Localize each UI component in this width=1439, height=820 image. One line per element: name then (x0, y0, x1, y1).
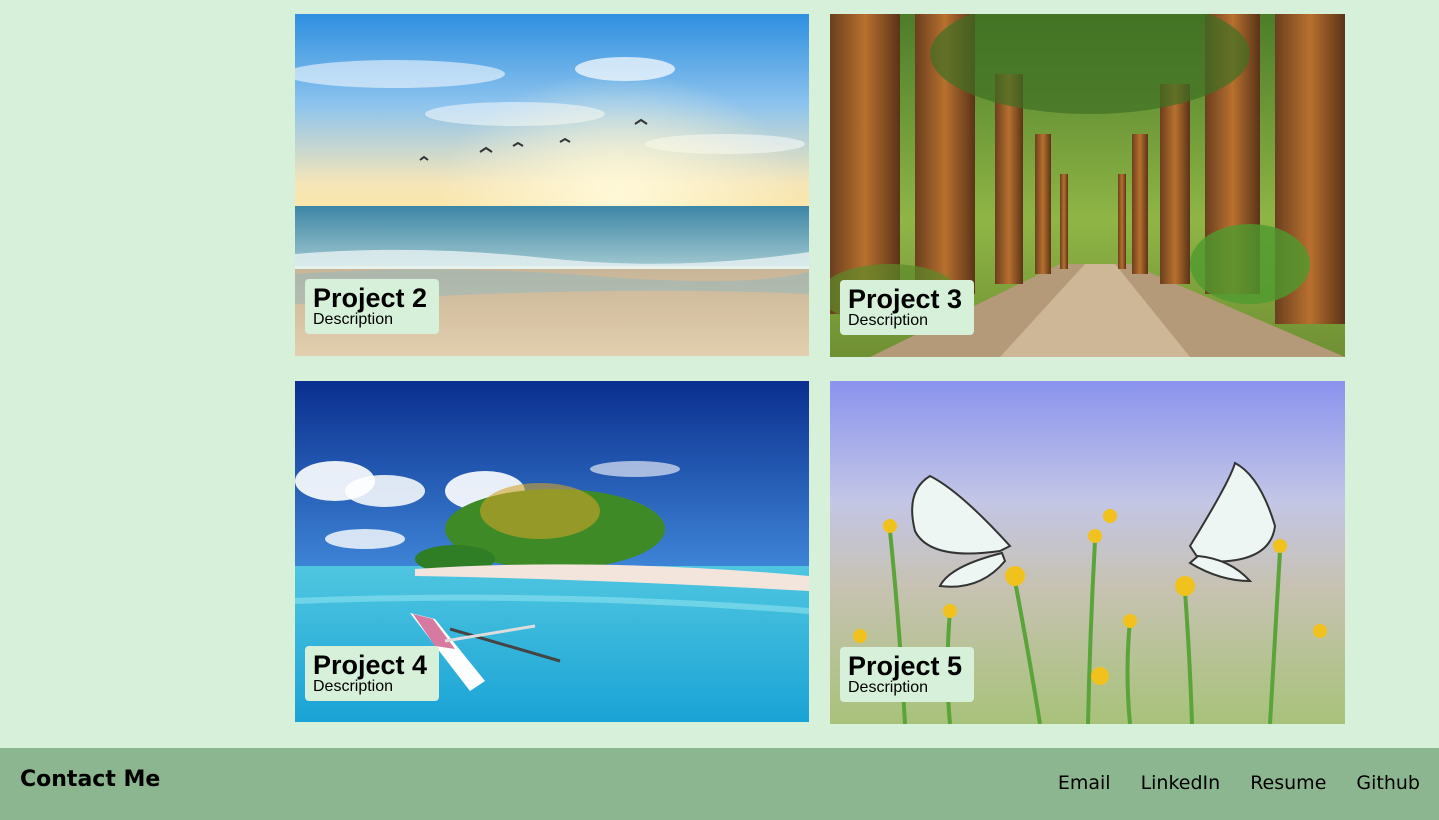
project-title: Project 4 (313, 650, 428, 680)
project-description: Description (313, 311, 394, 328)
github-link[interactable]: Github (1356, 772, 1420, 794)
project-gallery: Project 2 Description Project 3 Descript… (0, 0, 1439, 748)
project-label: Project 3 Description (840, 280, 974, 335)
project-title: Project 2 (313, 283, 428, 313)
resume-link[interactable]: Resume (1250, 772, 1326, 794)
project-card[interactable]: Project 5 Description (830, 381, 1345, 724)
email-link[interactable]: Email (1058, 772, 1111, 794)
project-label: Project 4 Description (305, 646, 439, 701)
project-description: Description (848, 312, 929, 329)
linkedin-link[interactable]: LinkedIn (1141, 772, 1221, 794)
project-label: Project 5 Description (840, 647, 974, 702)
footer: Contact Me Email LinkedIn Resume Github (0, 748, 1439, 820)
project-title: Project 5 (848, 651, 963, 681)
project-label: Project 2 Description (305, 279, 439, 334)
project-card[interactable]: Project 2 Description (295, 14, 809, 356)
project-title: Project 3 (848, 284, 963, 314)
contact-links: Email LinkedIn Resume Github (1058, 772, 1420, 794)
project-card[interactable]: Project 3 Description (830, 14, 1345, 357)
project-description: Description (848, 679, 929, 696)
project-card[interactable]: Project 4 Description (295, 381, 809, 722)
contact-heading: Contact Me (20, 767, 161, 792)
project-description: Description (313, 678, 394, 695)
